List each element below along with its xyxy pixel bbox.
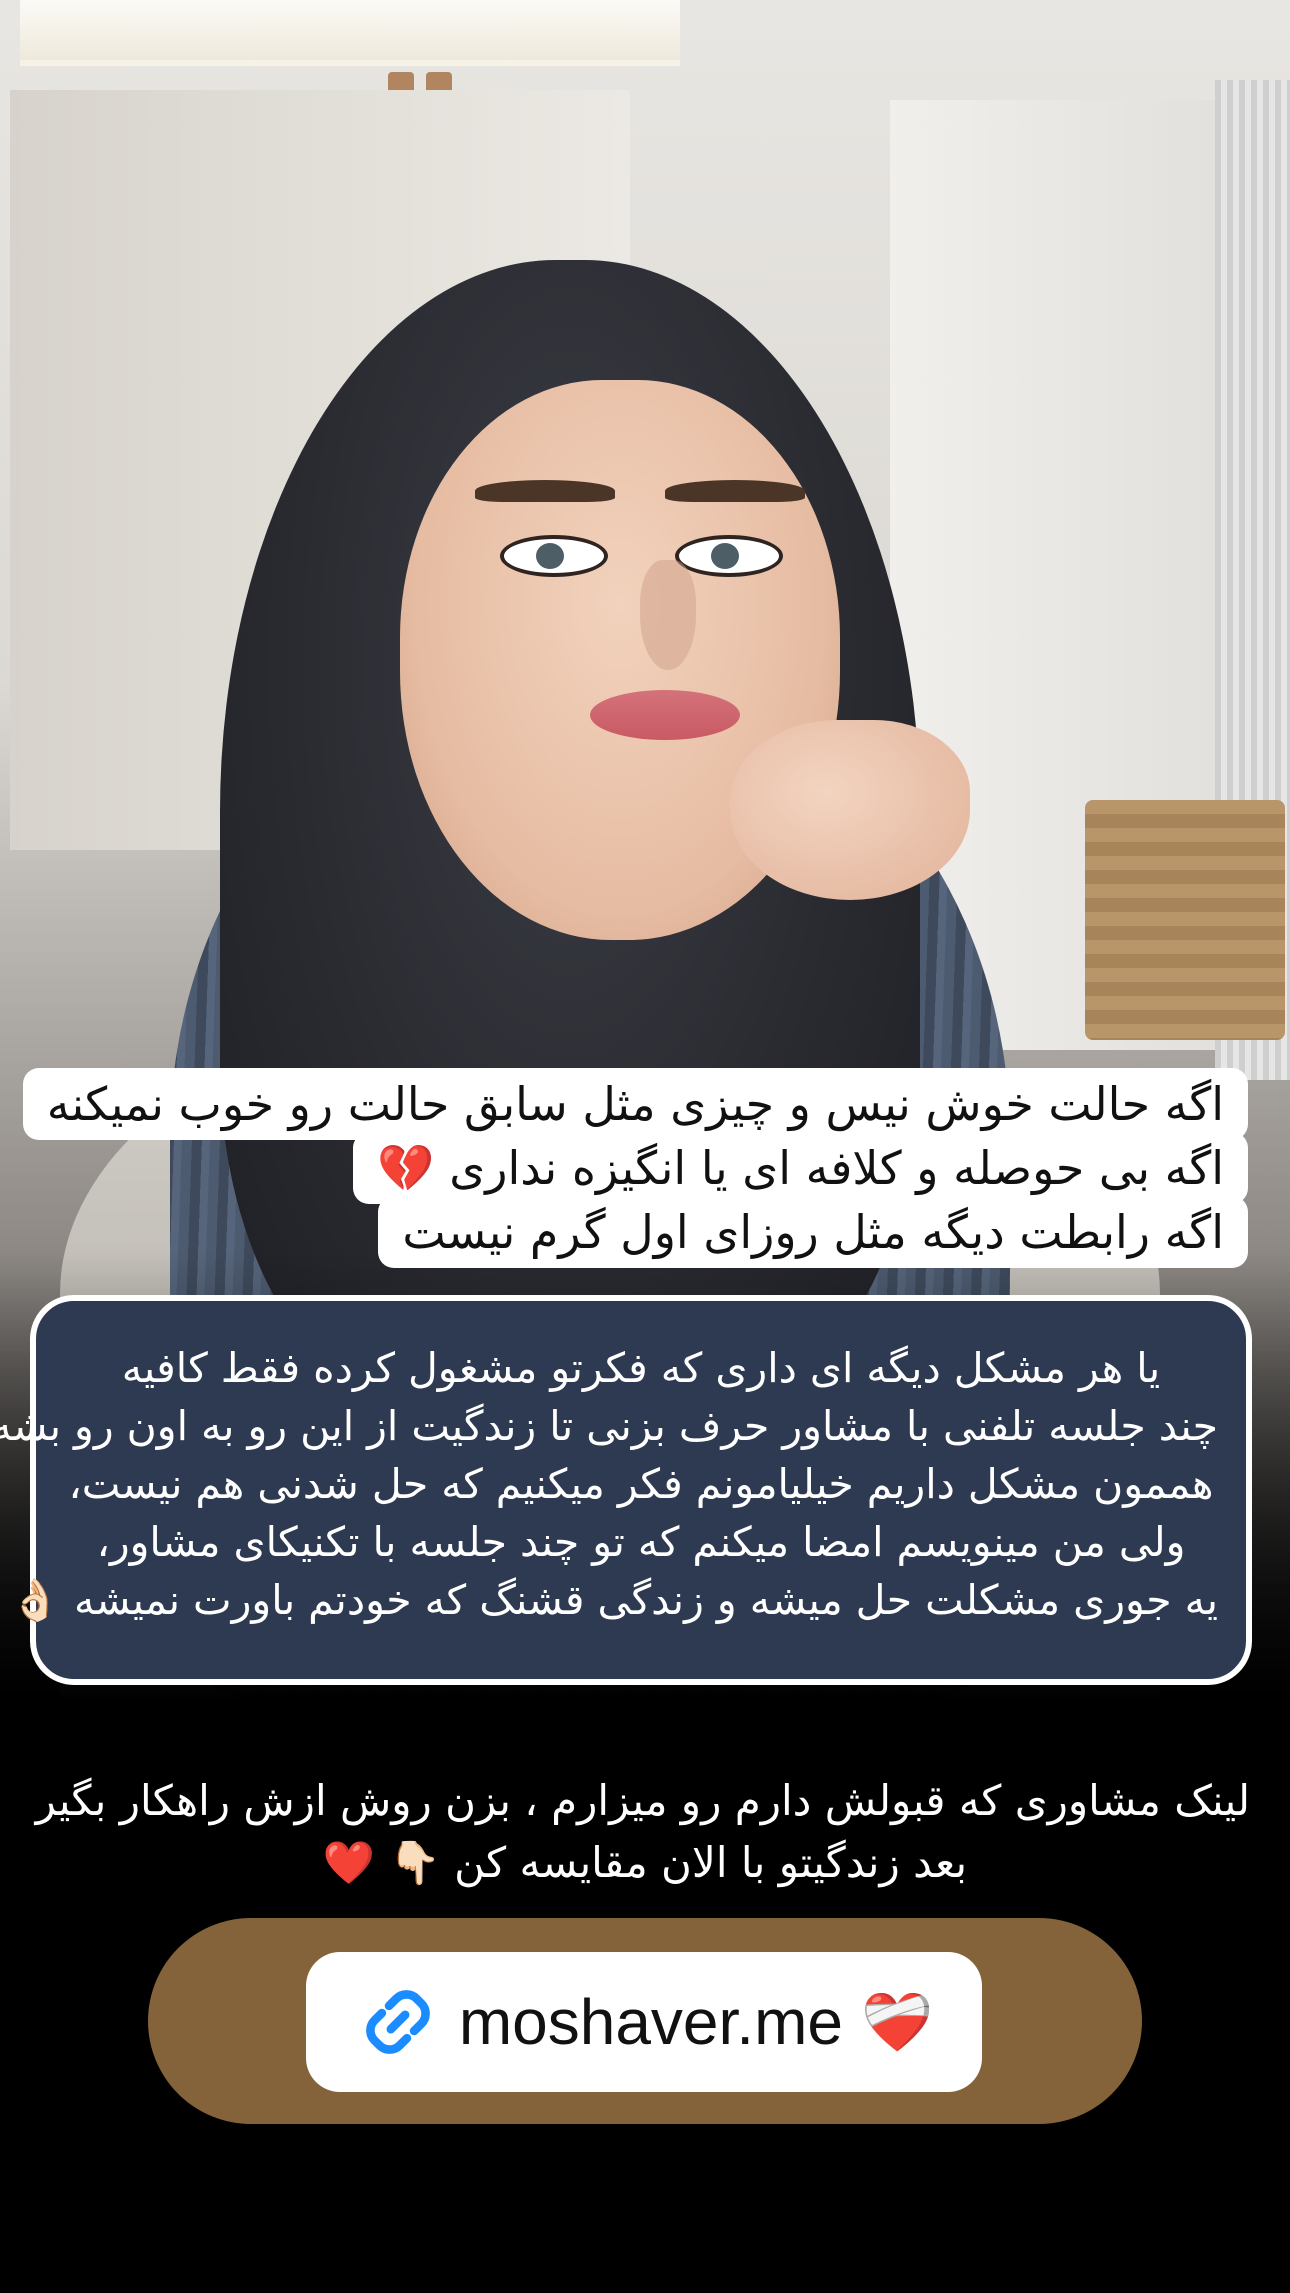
link-icon [365, 1990, 430, 2054]
message-line: یه جوری مشکلت حل میشه و زندگی قشنگ که خو… [9, 1576, 1218, 1624]
wicker-baskets [1085, 800, 1285, 1040]
message-line: هممون مشکل داریم خیلیامونم فکر میکنیم که… [68, 1460, 1214, 1508]
hand [730, 720, 970, 900]
message-line: چند جلسه تلفنی با مشاور حرف بزنی تا زندگ… [0, 1402, 1218, 1450]
promo-line: بعد زندگیتو با الان مقایسه کن 👇🏻 ❤️ [322, 1838, 968, 1887]
eyebrow [475, 480, 615, 502]
eyebrow [665, 480, 805, 502]
message-line: ولی من مینویسم امضا میکنم که تو چند جلسه… [96, 1518, 1186, 1566]
caption-line: اگه بی حوصله و کلافه ای یا انگیزه نداری … [353, 1132, 1248, 1204]
link-url: moshaver.me [458, 1986, 843, 2058]
caption-line: اگه حالت خوش نیس و چیزی مثل سابق حالت رو… [22, 1068, 1248, 1140]
message-box: یا هر مشکل دیگه ای داری که فکرتو مشغول ک… [0, 1295, 1252, 1685]
lips [590, 690, 740, 740]
eye [500, 535, 608, 577]
message-line: یا هر مشکل دیگه ای داری که فکرتو مشغول ک… [121, 1344, 1161, 1392]
nose [640, 560, 696, 670]
promo-text: لینک مشاوری که قبولش دارم رو میزارم ، بز… [35, 1770, 1250, 1894]
ceiling-light [20, 0, 680, 66]
link-sticker[interactable]: moshaver.me ❤️‍🩹 [306, 1952, 982, 2092]
caption-line: اگه رابطت دیگه مثل روزای اول گرم نیست [378, 1196, 1248, 1268]
mending-heart-emoji: ❤️‍🩹 [860, 1987, 934, 2056]
eye [675, 535, 783, 577]
promo-line: لینک مشاوری که قبولش دارم رو میزارم ، بز… [35, 1776, 1250, 1825]
